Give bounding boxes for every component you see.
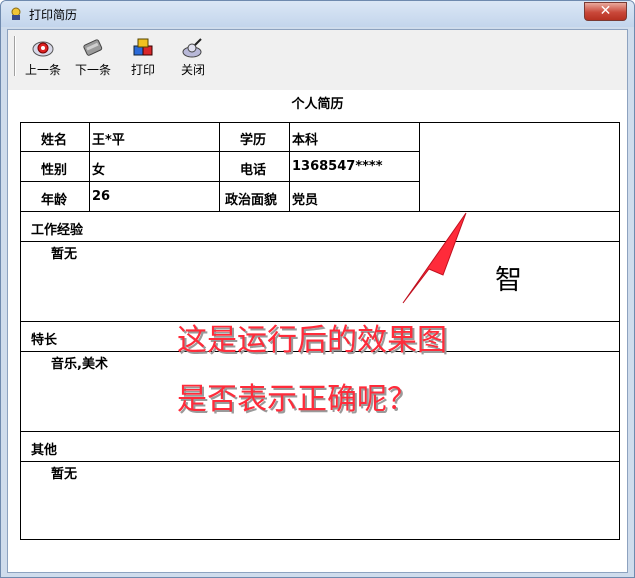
close-icon: ✕ (599, 3, 612, 19)
col-divider (419, 123, 420, 211)
col-divider (289, 123, 290, 211)
other-heading: 其他 (31, 443, 58, 458)
close-form-label: 关闭 (180, 63, 205, 77)
work-experience-content: 暂无 (51, 247, 78, 262)
political-status-value: 党员 (292, 193, 319, 208)
app-icon (11, 7, 21, 20)
skills-content: 音乐,美术 (51, 357, 108, 372)
prev-record-label: 上一条 (24, 63, 61, 77)
phone-label: 电话 (240, 163, 267, 178)
annotation-line-2: 是否表示正确呢？ (177, 382, 417, 417)
work-experience-heading: 工作经验 (31, 223, 84, 238)
window-title: 打印简历 (29, 8, 78, 22)
toolbar-grip[interactable] (14, 36, 16, 76)
phone-value: 1368547**** (292, 159, 383, 174)
window-close-button[interactable]: ✕ (584, 2, 627, 21)
other-content: 暂无 (51, 467, 78, 482)
client-area: 上一条 下一条 打印 关闭 个人简历 姓名 王*平 学历 本科 性别 女 电话 … (7, 29, 628, 573)
print-resume-window: 打印简历 ✕ 上一条 下一条 打印 关闭 个人简历 姓名 王*平 学历 本科 性… (0, 0, 635, 578)
close-form-icon (182, 38, 202, 58)
annotation-line-1: 这是运行后的效果图 (177, 323, 447, 358)
political-status-label: 政治面貌 (225, 193, 278, 208)
row-divider (21, 431, 619, 432)
toolbar: 上一条 下一条 打印 关闭 (8, 30, 627, 90)
next-record-button[interactable]: 下一条 (70, 34, 116, 78)
print-icon (133, 38, 153, 56)
age-value: 26 (92, 189, 111, 204)
close-form-button[interactable]: 关闭 (170, 34, 216, 78)
name-value: 王*平 (92, 133, 125, 148)
photo-placeholder-text: 智 (495, 265, 522, 296)
col-divider (89, 123, 90, 211)
next-record-label: 下一条 (74, 63, 111, 77)
row-divider (21, 461, 619, 462)
education-value: 本科 (292, 133, 319, 148)
resume-title: 个人简历 (291, 97, 344, 112)
row-divider (21, 151, 419, 152)
next-record-icon (83, 39, 103, 56)
prev-record-icon (32, 41, 54, 57)
gender-label: 性别 (41, 163, 68, 178)
title-bar[interactable]: 打印简历 ✕ (1, 1, 634, 27)
row-divider (21, 181, 419, 182)
skills-heading: 特长 (31, 333, 58, 348)
print-button[interactable]: 打印 (120, 34, 166, 78)
col-divider (219, 123, 220, 211)
education-label: 学历 (240, 133, 267, 148)
row-divider (21, 211, 619, 212)
print-label: 打印 (130, 63, 155, 77)
name-label: 姓名 (41, 133, 68, 148)
gender-value: 女 (92, 163, 106, 178)
annotation-arrow (402, 212, 467, 304)
age-label: 年龄 (41, 193, 68, 208)
prev-record-button[interactable]: 上一条 (20, 34, 66, 78)
row-divider (21, 241, 619, 242)
